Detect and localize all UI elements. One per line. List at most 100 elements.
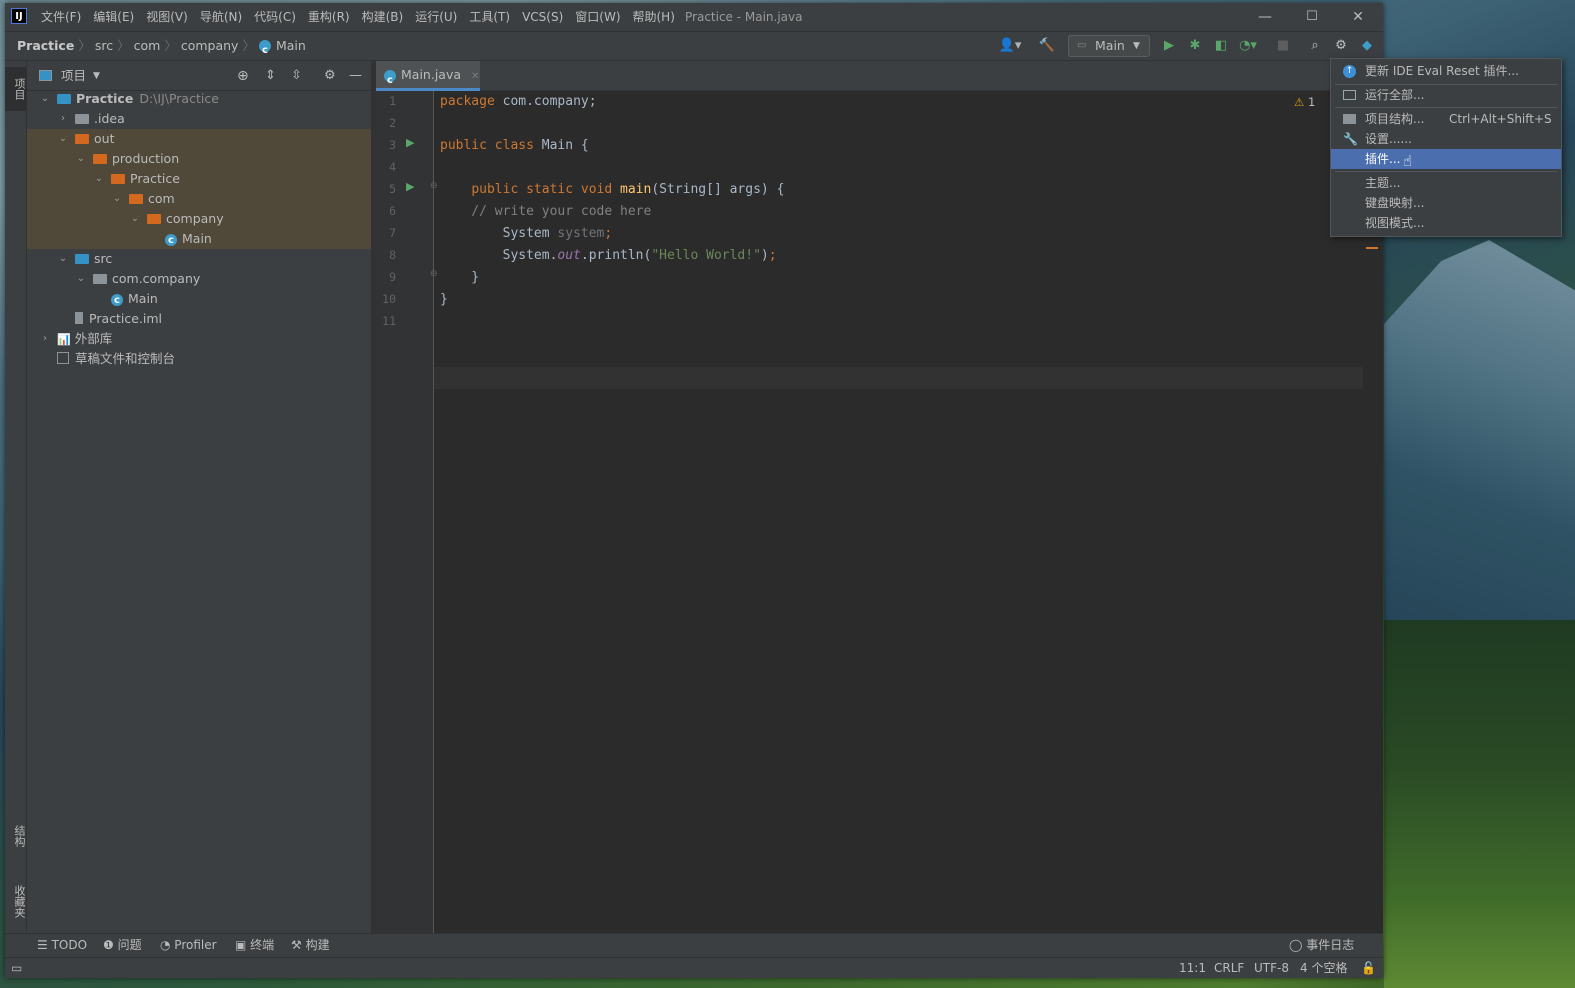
chevron-down-icon[interactable]: ⌄ bbox=[57, 249, 69, 269]
project-panel-title[interactable]: 项目 bbox=[61, 61, 86, 91]
build-tool-button[interactable]: ⚒ 构建 bbox=[291, 934, 330, 956]
chevron-down-icon[interactable]: ⌄ bbox=[111, 189, 123, 209]
chevron-down-icon[interactable]: ⌄ bbox=[129, 209, 141, 229]
toggle-tool-windows-icon[interactable]: ▭ bbox=[11, 958, 22, 978]
menu-refactor[interactable]: 重构(R) bbox=[302, 3, 356, 31]
project-panel-header: 项目 ▼ ⊕ ⇕ ⇳ ⚙ — bbox=[27, 61, 371, 91]
breadcrumb-src[interactable]: src bbox=[95, 32, 113, 60]
tree-item[interactable]: ⌄ production bbox=[27, 149, 371, 169]
tree-item[interactable]: Main bbox=[27, 229, 371, 251]
code-line-6: // write your code here bbox=[440, 204, 652, 219]
search-icon[interactable]: ⌕ bbox=[1303, 32, 1327, 60]
run-gutter-icon[interactable]: ▶ bbox=[406, 136, 414, 149]
caret-position[interactable]: 11:1 bbox=[1179, 958, 1206, 978]
tree-item[interactable]: ⌄ com bbox=[27, 189, 371, 209]
menu-vcs[interactable]: VCS(S) bbox=[516, 3, 569, 31]
plugin-update-icon[interactable]: ◆ bbox=[1355, 32, 1379, 60]
minimize-button[interactable]: — bbox=[1242, 3, 1288, 31]
chevron-down-icon[interactable]: ⌄ bbox=[39, 89, 51, 109]
profiler-tool-button[interactable]: ◔ Profiler bbox=[160, 934, 217, 956]
tree-item[interactable]: Practice.iml bbox=[27, 309, 371, 329]
menu-edit[interactable]: 编辑(E) bbox=[87, 3, 140, 31]
breadcrumb-com[interactable]: com bbox=[134, 32, 161, 60]
settings-gear-icon[interactable]: ⚙ bbox=[1329, 32, 1353, 60]
collapse-all-icon[interactable]: ⇳ bbox=[291, 61, 302, 91]
intellij-logo-icon[interactable]: IJ bbox=[11, 8, 27, 24]
profiler-icon[interactable]: ◔▾ bbox=[1233, 32, 1263, 60]
breadcrumb-company[interactable]: company bbox=[181, 32, 239, 60]
chevron-down-icon[interactable]: ▼ bbox=[93, 61, 100, 91]
menu-item-view-mode[interactable]: 视图模式... bbox=[1331, 213, 1561, 233]
chevron-down-icon[interactable]: ⌄ bbox=[93, 169, 105, 189]
run-configuration-selector[interactable]: Main ▼ ▭ bbox=[1068, 35, 1150, 57]
close-tab-icon[interactable]: ✕ bbox=[471, 71, 479, 82]
user-account-icon[interactable]: 👤▾ bbox=[995, 32, 1025, 60]
menu-build[interactable]: 构建(B) bbox=[356, 3, 410, 31]
module-file-icon bbox=[75, 312, 83, 324]
tree-item[interactable]: ⌄ out bbox=[27, 129, 371, 149]
favorites-tool-tab[interactable]: 收藏夹 bbox=[5, 873, 27, 929]
tree-item[interactable]: ⌄ Practice D:\IJ\Practice bbox=[27, 89, 371, 109]
tab-main-java[interactable]: Main.java ✕ bbox=[376, 61, 480, 95]
close-button[interactable]: ✕ bbox=[1335, 3, 1381, 31]
warning-marker[interactable] bbox=[1366, 247, 1378, 249]
build-hammer-icon[interactable]: 🔨 bbox=[1035, 32, 1059, 60]
menu-tools[interactable]: 工具(T) bbox=[463, 3, 516, 31]
tree-item[interactable]: ⌄ company bbox=[27, 209, 371, 229]
locate-file-icon[interactable]: ⊕ bbox=[237, 61, 249, 91]
tree-item[interactable]: ⌄ com.company bbox=[27, 269, 371, 289]
maximize-button[interactable]: ☐ bbox=[1289, 3, 1335, 31]
project-tool-tab[interactable]: 项目 bbox=[5, 67, 27, 111]
line-number: 4 bbox=[389, 160, 396, 174]
breadcrumb-project[interactable]: Practice bbox=[17, 32, 74, 60]
menu-navigate[interactable]: 导航(N) bbox=[194, 3, 248, 31]
menu-view[interactable]: 视图(V) bbox=[140, 3, 194, 31]
menu-item-project-structure[interactable]: 项目结构... Ctrl+Alt+Shift+S bbox=[1331, 109, 1561, 129]
tree-item[interactable]: 草稿文件和控制台 bbox=[27, 349, 371, 369]
tree-item[interactable]: › 📊 外部库 bbox=[27, 329, 371, 349]
stop-icon[interactable]: ■ bbox=[1271, 32, 1295, 60]
menu-item-plugins[interactable]: 插件... ☝ bbox=[1331, 149, 1561, 170]
todo-tool-button[interactable]: ☰ TODO bbox=[37, 934, 87, 956]
chevron-right-icon[interactable]: › bbox=[57, 109, 69, 129]
menu-window[interactable]: 窗口(W) bbox=[569, 3, 626, 31]
lock-icon[interactable]: 🔓 bbox=[1361, 958, 1376, 978]
build-label: 构建 bbox=[305, 938, 330, 952]
tree-item[interactable]: › .idea bbox=[27, 109, 371, 129]
inspection-widget[interactable]: ⚠ 1 bbox=[1294, 95, 1315, 109]
structure-tool-tab[interactable]: 结构 bbox=[5, 813, 27, 859]
coverage-icon[interactable]: ◧ bbox=[1209, 32, 1233, 60]
run-icon[interactable]: ▶ bbox=[1157, 32, 1181, 60]
breadcrumb-main[interactable]: Main bbox=[276, 32, 306, 60]
hide-panel-icon[interactable]: — bbox=[349, 61, 362, 91]
chevron-down-icon[interactable]: ⌄ bbox=[75, 149, 87, 169]
tree-item[interactable]: ⌄ src bbox=[27, 249, 371, 269]
tree-item[interactable]: Main bbox=[27, 289, 371, 311]
menu-code[interactable]: 代码(C) bbox=[248, 3, 302, 31]
debug-icon[interactable]: ✱ bbox=[1183, 32, 1207, 60]
chevron-right-icon[interactable]: › bbox=[39, 329, 51, 349]
fold-icon[interactable]: ⊖ bbox=[430, 181, 438, 191]
problems-tool-button[interactable]: ❶ 问题 bbox=[103, 934, 142, 956]
run-gutter-icon[interactable]: ▶ bbox=[406, 180, 414, 193]
expand-all-icon[interactable]: ⇕ bbox=[265, 61, 276, 91]
chevron-down-icon[interactable]: ⌄ bbox=[57, 129, 69, 149]
menu-file[interactable]: 文件(F) bbox=[35, 3, 87, 31]
panel-options-gear-icon[interactable]: ⚙ bbox=[324, 61, 336, 91]
code-line-5: public static void main(String[] args) { bbox=[471, 182, 785, 197]
fold-icon[interactable]: ⊖ bbox=[430, 269, 438, 279]
chevron-down-icon[interactable]: ⌄ bbox=[75, 269, 87, 289]
menu-item-keymap[interactable]: 键盘映射... bbox=[1331, 193, 1561, 213]
event-log-button[interactable]: ◯ 事件日志 bbox=[1289, 934, 1354, 956]
indent-setting[interactable]: 4 个空格 bbox=[1300, 958, 1347, 978]
line-separator[interactable]: CRLF bbox=[1214, 958, 1244, 978]
menu-item-run-all[interactable]: 运行全部... bbox=[1331, 85, 1561, 105]
terminal-tool-button[interactable]: ▣ 终端 bbox=[235, 934, 274, 956]
menu-item-theme[interactable]: 主题... bbox=[1331, 173, 1561, 193]
tree-item[interactable]: ⌄ Practice bbox=[27, 169, 371, 189]
menu-item-settings[interactable]: 🔧 设置...... bbox=[1331, 129, 1561, 149]
menu-run[interactable]: 运行(U) bbox=[409, 3, 463, 31]
file-encoding[interactable]: UTF-8 bbox=[1254, 958, 1289, 978]
menu-help[interactable]: 帮助(H) bbox=[627, 3, 681, 31]
menu-item-update-eval-reset[interactable]: ↑ 更新 IDE Eval Reset 插件... bbox=[1331, 61, 1561, 81]
